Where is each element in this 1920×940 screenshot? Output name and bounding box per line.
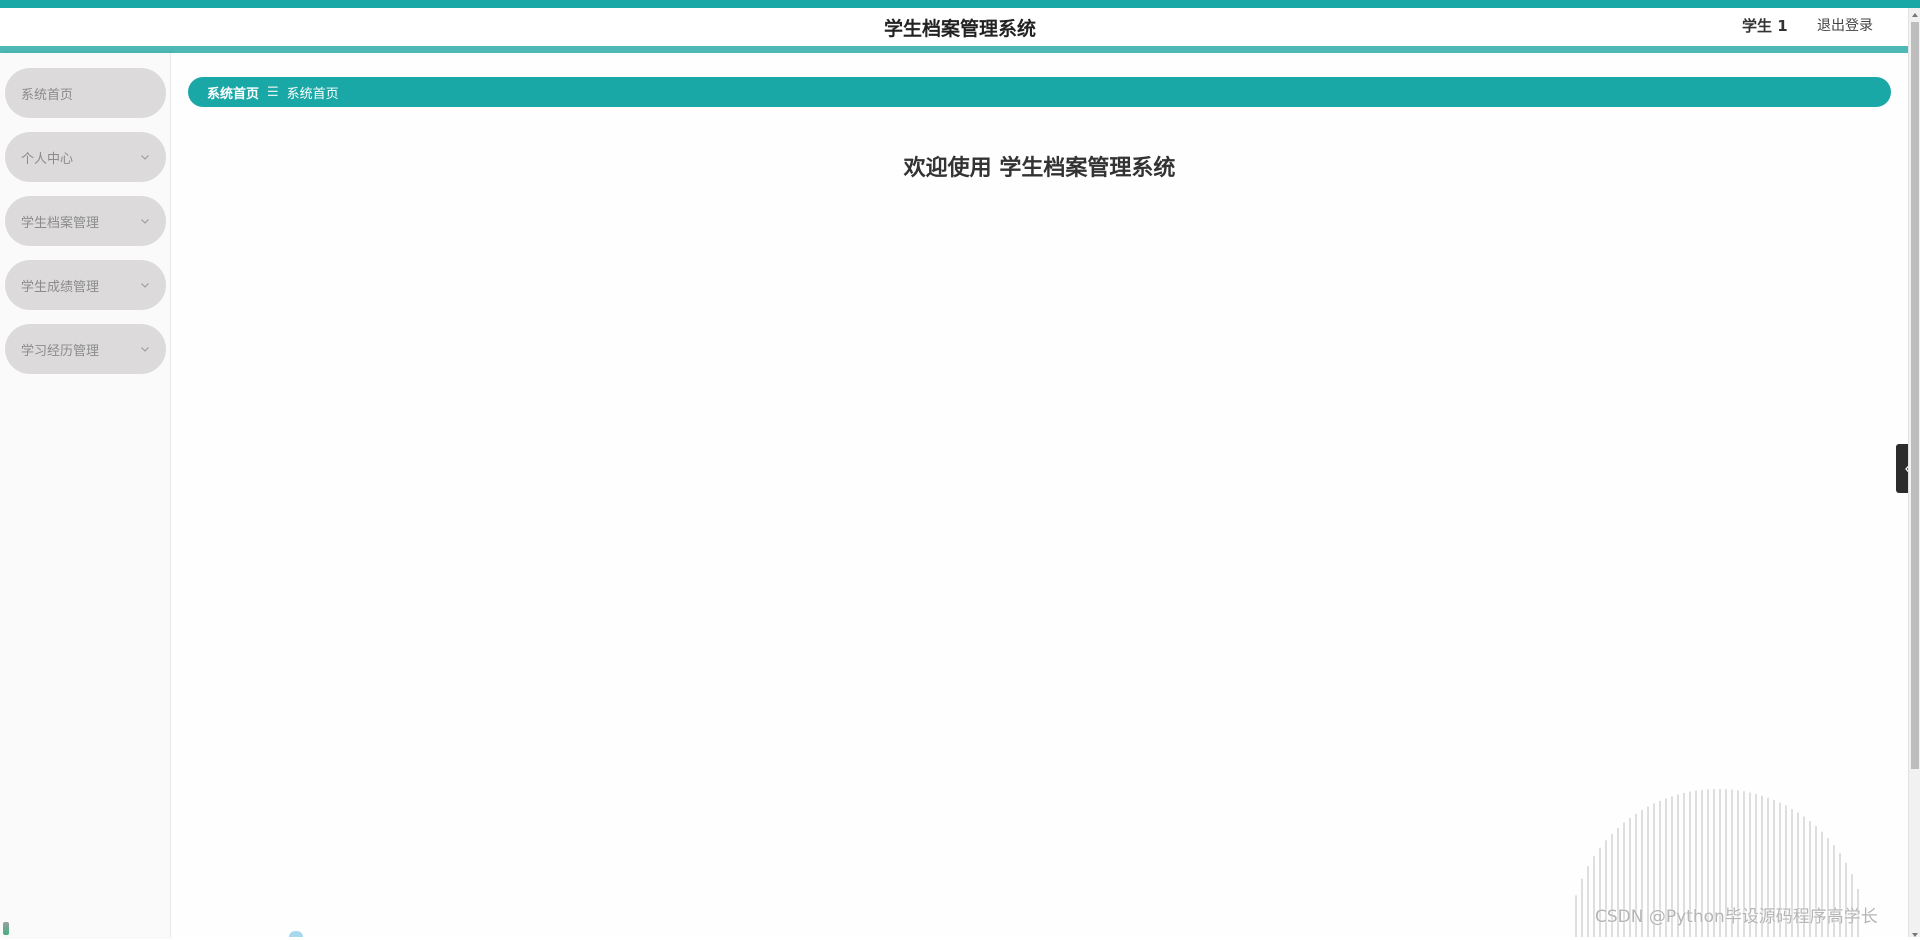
chevron-down-icon	[141, 283, 149, 288]
header-accent-band	[0, 46, 1908, 53]
watermark-text: CSDN @Python毕设源码程序高学长	[1595, 907, 1878, 927]
chevron-down-icon	[141, 155, 149, 160]
sidebar-item-label: 学习经历管理	[21, 343, 100, 359]
app-header	[0, 8, 1908, 46]
logout-link[interactable]: 退出登录	[1817, 14, 1873, 38]
sidebar-item-study-history[interactable]: 学习经历管理	[5, 324, 166, 374]
current-user-label: 学生 1	[1742, 17, 1788, 35]
sidebar-item-personal-center[interactable]: 个人中心	[5, 132, 166, 182]
sidebar-item-home[interactable]: 系统首页	[5, 68, 166, 118]
breadcrumb-home-link[interactable]: 系统首页	[207, 83, 259, 102]
chevron-down-icon	[141, 219, 149, 224]
corner-indicator	[3, 922, 9, 935]
breadcrumb-separator-icon: ☰	[267, 84, 279, 100]
scrollbar-thumb[interactable]	[1911, 22, 1919, 769]
sidebar: 系统首页 个人中心 学生档案管理 学生成绩管理 学习经历管理	[0, 53, 171, 937]
sidebar-item-student-archive[interactable]: 学生档案管理	[5, 196, 166, 246]
sidebar-item-student-grades[interactable]: 学生成绩管理	[5, 260, 166, 310]
bottom-edge-marker	[289, 931, 303, 937]
sidebar-item-label: 系统首页	[21, 87, 74, 103]
scroll-up-arrow-icon[interactable]	[1911, 10, 1919, 20]
page-scrollbar[interactable]	[1908, 8, 1920, 937]
sidebar-item-label: 学生档案管理	[21, 215, 100, 231]
breadcrumb-current: 系统首页	[286, 86, 339, 102]
welcome-heading: 欢迎使用 学生档案管理系统	[903, 156, 1176, 181]
breadcrumb: 系统首页 ☰ 系统首页	[188, 77, 1891, 107]
top-accent-line	[0, 0, 1920, 8]
chevron-down-icon	[141, 347, 149, 352]
sidebar-item-label: 个人中心	[21, 151, 74, 167]
sidebar-item-label: 学生成绩管理	[21, 279, 100, 295]
scroll-down-arrow-icon[interactable]	[1911, 930, 1919, 940]
